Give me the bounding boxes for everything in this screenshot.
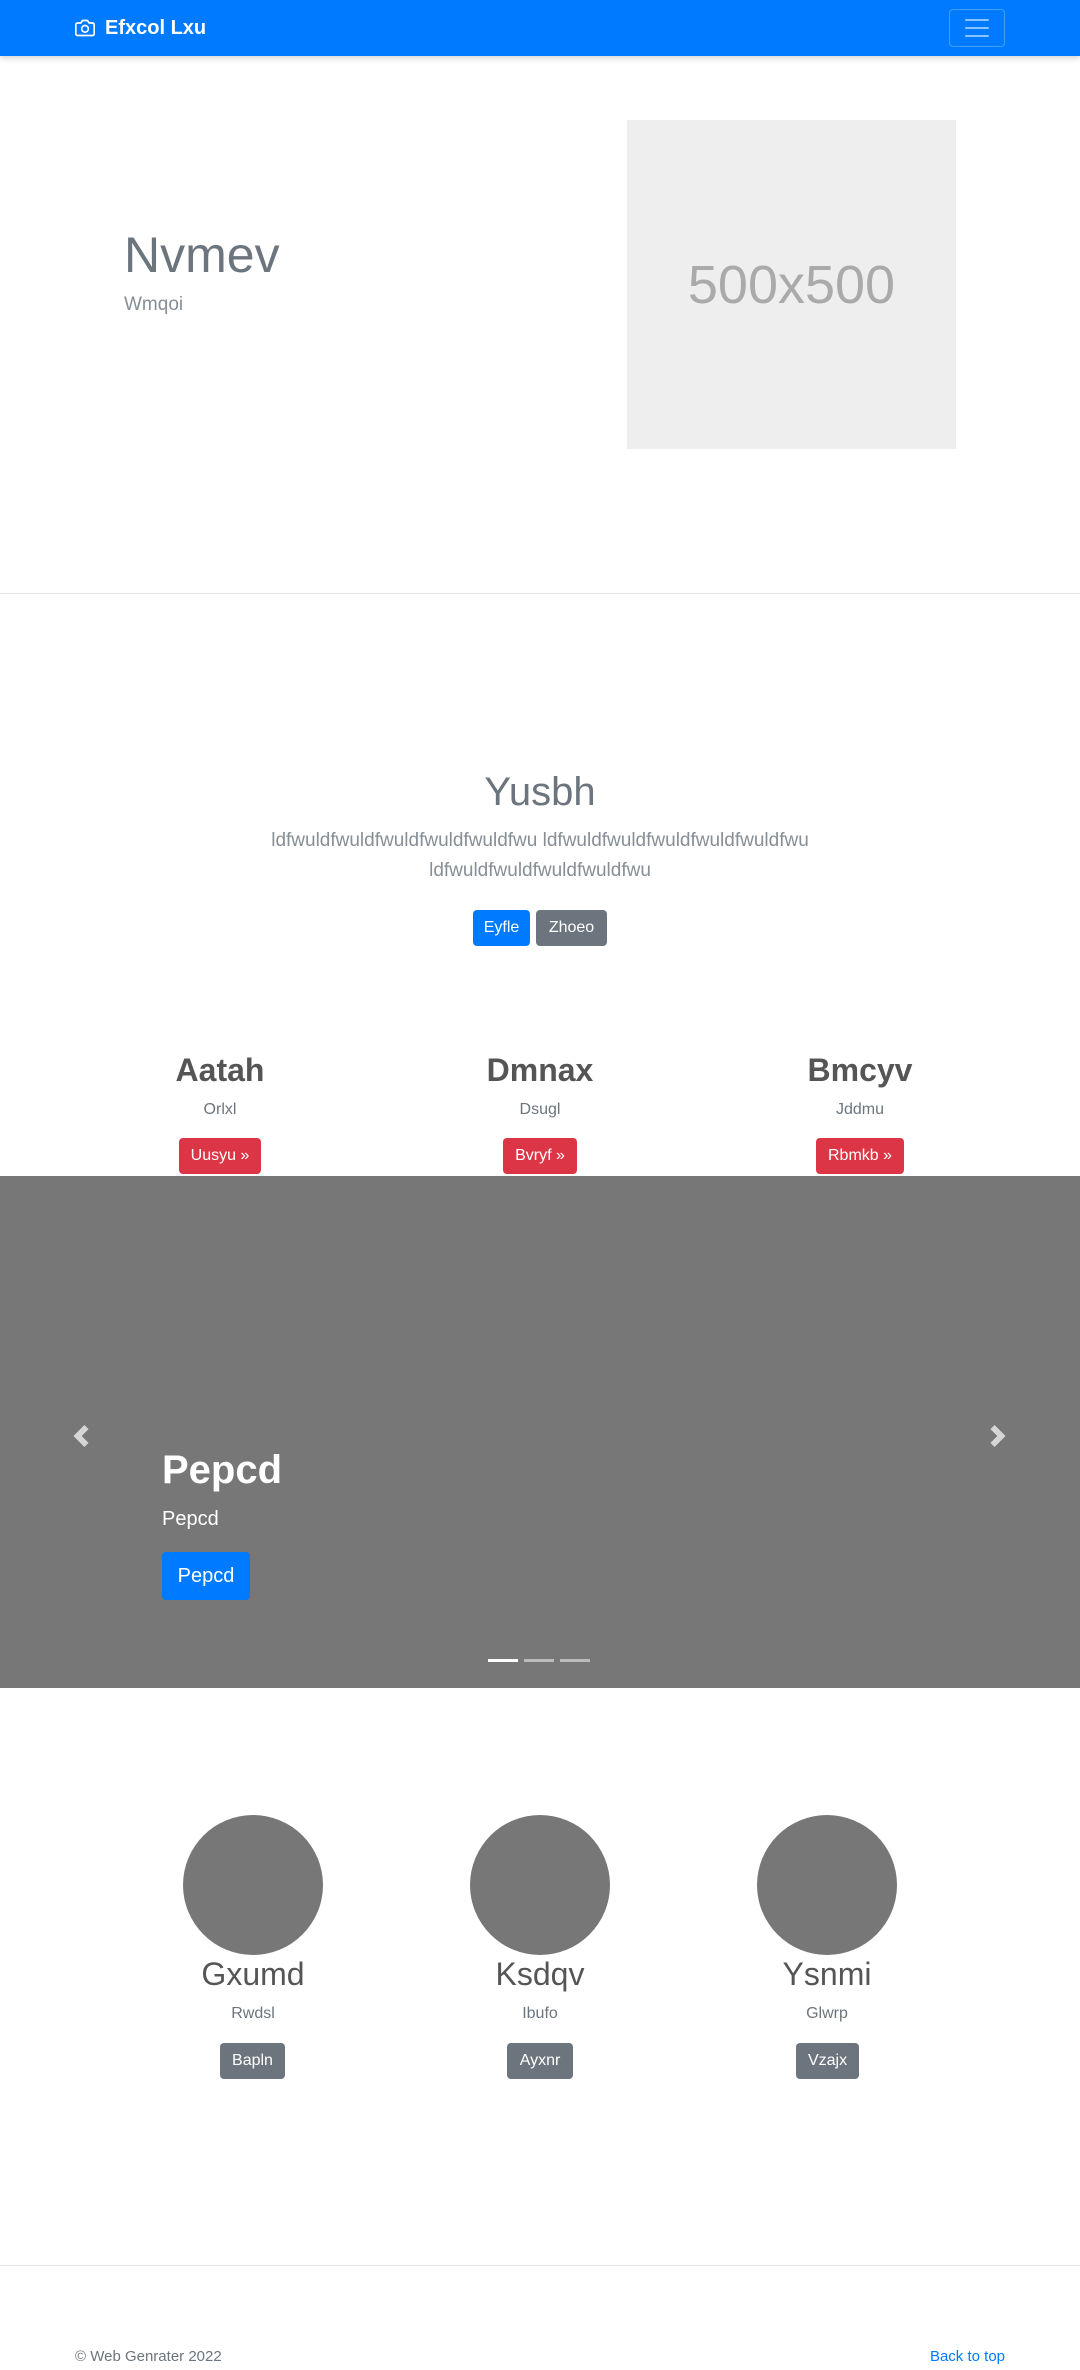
section-divider: [0, 2265, 1080, 2266]
footer-copyright: © Web Genrater 2022: [75, 2348, 222, 2365]
hero-placeholder-image: 500x500: [627, 120, 956, 449]
hero-subtitle: Wmqoi: [124, 294, 184, 315]
feature-button[interactable]: Rbmkb »: [816, 1138, 904, 1174]
feature-button[interactable]: Uusyu »: [179, 1138, 261, 1174]
feature-button[interactable]: Bvryf »: [503, 1138, 577, 1174]
navbar-toggler-button[interactable]: [949, 9, 1005, 47]
feature-title: Dmnax: [486, 1052, 594, 1088]
team-member-button[interactable]: Vzajx: [796, 2043, 859, 2079]
back-to-top-link[interactable]: Back to top: [930, 2348, 1005, 2365]
carousel-indicator[interactable]: [560, 1659, 590, 1662]
carousel-indicator[interactable]: [488, 1659, 518, 1662]
team-member-name: Ksdqv: [495, 1956, 585, 1992]
carousel: Pepcd Pepcd Pepcd: [0, 1176, 1080, 1688]
jumbotron-secondary-button[interactable]: Zhoeo: [536, 910, 607, 946]
carousel-prev-button[interactable]: [61, 1416, 101, 1456]
feature-text: Orlxl: [203, 1101, 237, 1118]
hamburger-menu-icon: [962, 13, 992, 43]
carousel-next-button[interactable]: [978, 1416, 1018, 1456]
team-member-text: Glwrp: [806, 2005, 848, 2022]
navbar-brand[interactable]: Efxcol Lxu: [75, 14, 206, 42]
feature-title: Bmcyv: [807, 1052, 913, 1088]
chevron-left-icon: [70, 1425, 92, 1447]
feature-title: Aatah: [175, 1052, 265, 1088]
avatar: [470, 1815, 610, 1955]
chevron-right-icon: [987, 1425, 1009, 1447]
feature-text: Dsugl: [519, 1101, 561, 1118]
jumbotron-lead: ldfwuldfwuldfwuldfwuldfwuldfwu ldfwuldfw…: [271, 830, 809, 881]
brand-label: Efxcol Lxu: [105, 16, 207, 39]
team-member-text: Ibufo: [522, 2005, 558, 2022]
team-member-name: Gxumd: [201, 1956, 305, 1992]
avatar: [183, 1815, 323, 1955]
jumbotron-primary-button[interactable]: Eyfle: [473, 910, 530, 946]
team-member-button[interactable]: Ayxnr: [507, 2043, 573, 2079]
carousel-caption-subtitle: Pepcd: [162, 1508, 219, 1530]
carousel-indicator[interactable]: [524, 1659, 554, 1662]
team-member-button[interactable]: Bapln: [220, 2043, 285, 2079]
section-divider: [0, 593, 1080, 594]
placeholder-image-label: 500x500: [687, 254, 896, 315]
camera-icon: [75, 18, 105, 38]
carousel-caption-button[interactable]: Pepcd: [162, 1552, 250, 1600]
avatar: [757, 1815, 897, 1955]
hero-title: Nvmev: [124, 227, 280, 283]
carousel-caption-title: Pepcd: [162, 1448, 283, 1492]
jumbotron-title: Yusbh: [484, 770, 596, 814]
feature-text: Jddmu: [835, 1101, 885, 1118]
team-member-text: Rwdsl: [231, 2005, 275, 2022]
team-member-name: Ysnmi: [782, 1956, 872, 1992]
navbar: Efxcol Lxu: [0, 0, 1080, 56]
